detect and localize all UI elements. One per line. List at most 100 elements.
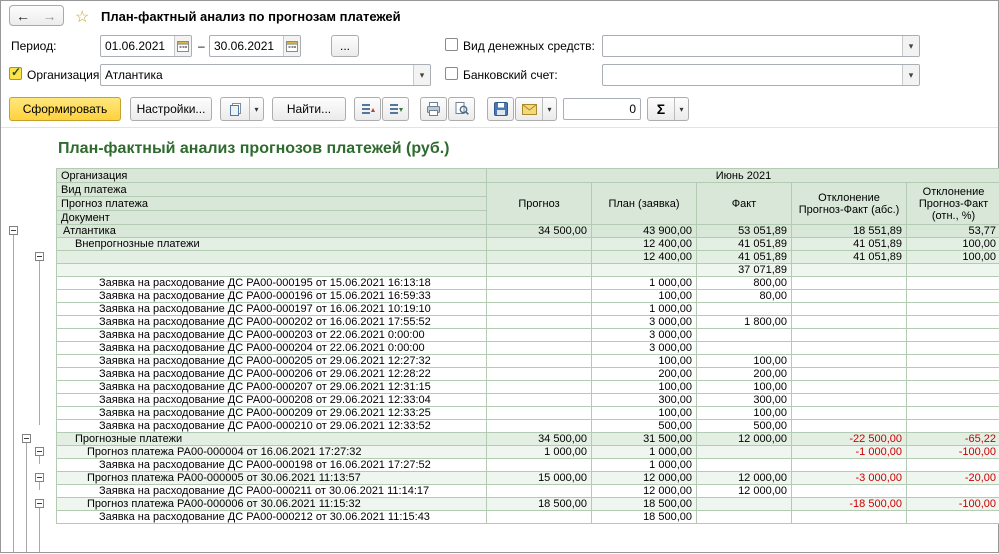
table-row[interactable]: Прогноз платежа РА00-000005 от 30.06.202… <box>57 472 999 485</box>
chevron-down-icon[interactable]: ▾ <box>902 36 919 56</box>
chevron-down-icon[interactable]: ▾ <box>674 98 688 120</box>
expand-groups-button[interactable] <box>382 97 409 121</box>
cell-value <box>792 277 907 290</box>
bank-account-combo[interactable]: ▾ <box>602 64 920 86</box>
cell-value: 53 051,89 <box>697 225 792 238</box>
period-from-field[interactable] <box>100 35 192 57</box>
cell-value <box>697 329 792 342</box>
table-row[interactable]: Заявка на расходование ДС РА00-000212 от… <box>57 511 999 524</box>
preview-button[interactable] <box>448 97 475 121</box>
table-row[interactable]: Внепрогнозные платежи12 400,0041 051,894… <box>57 238 999 251</box>
collapse-group-button[interactable] <box>9 226 18 235</box>
favorite-star-icon[interactable]: ☆ <box>75 7 89 27</box>
organization-checkbox[interactable]: ✓ <box>9 67 22 80</box>
period-more-button[interactable]: ... <box>331 35 359 57</box>
cell-value <box>907 316 999 329</box>
cell-value <box>487 264 592 277</box>
cell-value: 15 000,00 <box>487 472 592 485</box>
period-to-field[interactable] <box>209 35 301 57</box>
table-row[interactable]: 37 071,89 <box>57 264 999 277</box>
collapse-group-button[interactable] <box>35 499 44 508</box>
table-row[interactable]: Заявка на расходование ДС РА00-000198 от… <box>57 459 999 472</box>
table-row[interactable]: Заявка на расходование ДС РА00-000203 от… <box>57 329 999 342</box>
cash-type-checkbox[interactable] <box>445 38 458 51</box>
cell-value: 200,00 <box>697 368 792 381</box>
collapse-group-button[interactable] <box>35 447 44 456</box>
cell-value <box>792 316 907 329</box>
send-mail-button[interactable]: ▾ <box>515 97 557 121</box>
app-window: { "window": { "title": "План-фактный ана… <box>0 0 999 553</box>
cell-value: 80,00 <box>697 290 792 303</box>
row-label: Заявка на расходование ДС РА00-000206 от… <box>57 368 487 381</box>
table-row[interactable]: Заявка на расходование ДС РА00-000210 от… <box>57 420 999 433</box>
chevron-down-icon[interactable]: ▾ <box>249 98 263 120</box>
chevron-down-icon[interactable]: ▾ <box>413 65 430 85</box>
cash-type-combo[interactable]: ▾ <box>602 35 920 57</box>
period-to-input[interactable] <box>210 36 283 56</box>
print-button[interactable] <box>420 97 447 121</box>
table-row[interactable]: Прогноз платежа РА00-000006 от 30.06.202… <box>57 498 999 511</box>
cell-value: 100,00 <box>697 355 792 368</box>
cell-value: 100,00 <box>592 355 697 368</box>
table-row[interactable]: Заявка на расходование ДС РА00-000207 от… <box>57 381 999 394</box>
settings-button[interactable]: Настройки... <box>130 97 212 121</box>
cell-value <box>907 329 999 342</box>
table-row[interactable]: Заявка на расходование ДС РА00-000202 от… <box>57 316 999 329</box>
cell-value <box>792 355 907 368</box>
collapse-group-button[interactable] <box>35 473 44 482</box>
organization-input[interactable] <box>101 65 413 85</box>
collapse-group-button[interactable] <box>22 434 31 443</box>
back-button[interactable]: ← <box>9 5 37 26</box>
table-row[interactable]: Заявка на расходование ДС РА00-000196 от… <box>57 290 999 303</box>
cash-type-input[interactable] <box>603 36 902 56</box>
find-button[interactable]: Найти... <box>272 97 346 121</box>
chevron-down-icon[interactable]: ▾ <box>902 65 919 85</box>
table-row[interactable]: Прогноз платежа РА00-000004 от 16.06.202… <box>57 446 999 459</box>
table-row[interactable]: Заявка на расходование ДС РА00-000208 от… <box>57 394 999 407</box>
period-from-input[interactable] <box>101 36 174 56</box>
table-row[interactable]: Прогнозные платежи34 500,0031 500,0012 0… <box>57 433 999 446</box>
report-variants-button[interactable]: ▾ <box>220 97 264 121</box>
table-row[interactable]: Заявка на расходование ДС РА00-000209 от… <box>57 407 999 420</box>
table-row[interactable]: Заявка на расходование ДС РА00-000206 от… <box>57 368 999 381</box>
cell-value: 200,00 <box>592 368 697 381</box>
report-body: Атлантика34 500,0043 900,0053 051,8918 5… <box>57 225 999 524</box>
cell-value <box>487 394 592 407</box>
cell-value <box>487 342 592 355</box>
quick-sum-input[interactable] <box>564 99 640 119</box>
organization-combo[interactable]: ▾ <box>100 64 431 86</box>
table-row[interactable]: Заявка на расходование ДС РА00-000204 от… <box>57 342 999 355</box>
cell-value <box>487 329 592 342</box>
filters-panel: Период: – ... Вид денежных средств: ▾ ✓ <box>1 31 998 93</box>
tree-line <box>39 456 40 464</box>
cell-value: 43 900,00 <box>592 225 697 238</box>
table-row[interactable]: Заявка на расходование ДС РА00-000197 от… <box>57 303 999 316</box>
bank-account-checkbox[interactable] <box>445 67 458 80</box>
calendar-icon[interactable] <box>174 36 191 56</box>
header-document: Документ <box>57 211 487 225</box>
cell-value <box>792 394 907 407</box>
collapse-group-button[interactable] <box>35 252 44 261</box>
table-row[interactable]: Атлантика34 500,0043 900,0053 051,8918 5… <box>57 225 999 238</box>
chevron-down-icon[interactable]: ▾ <box>542 98 556 120</box>
cell-value <box>487 407 592 420</box>
quick-sum-field[interactable] <box>563 98 641 120</box>
cash-type-label: Вид денежных средств: <box>463 39 595 53</box>
table-row[interactable]: Заявка на расходование ДС РА00-000195 от… <box>57 277 999 290</box>
report-title: План-фактный анализ прогнозов платежей (… <box>58 138 998 159</box>
collapse-groups-button[interactable] <box>354 97 381 121</box>
cell-value: 1 000,00 <box>592 446 697 459</box>
sum-button[interactable]: Σ ▾ <box>647 97 689 121</box>
cell-value <box>487 290 592 303</box>
table-row[interactable]: Заявка на расходование ДС РА00-000211 от… <box>57 485 999 498</box>
calendar-icon[interactable] <box>283 36 300 56</box>
cell-value <box>487 459 592 472</box>
cell-value: -100,00 <box>907 446 999 459</box>
table-row[interactable]: Заявка на расходование ДС РА00-000205 от… <box>57 355 999 368</box>
table-row[interactable]: 12 400,0041 051,8941 051,89100,00 <box>57 251 999 264</box>
generate-button[interactable]: Сформировать <box>9 97 121 121</box>
collapse-groups-icon <box>361 102 375 116</box>
forward-button[interactable]: → <box>36 5 64 26</box>
save-button[interactable] <box>487 97 514 121</box>
bank-account-input[interactable] <box>603 65 902 85</box>
